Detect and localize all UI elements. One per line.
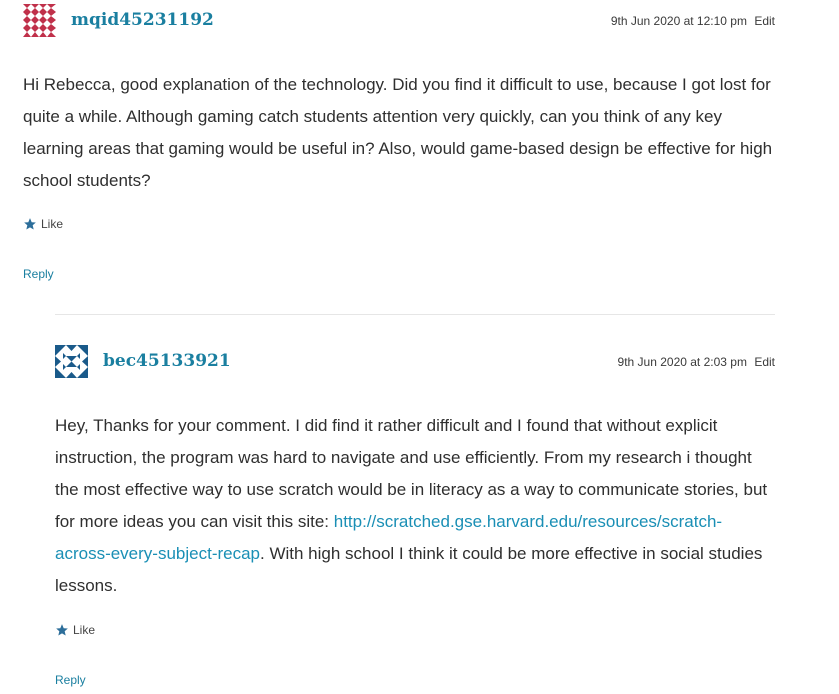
edit-link[interactable]: Edit: [754, 355, 775, 369]
avatar[interactable]: [55, 345, 88, 378]
comment-body: Hey, Thanks for your comment. I did find…: [55, 410, 775, 602]
comment-author[interactable]: mqid45231192: [71, 10, 214, 30]
reply-link[interactable]: Reply: [23, 267, 54, 281]
like-button[interactable]: Like: [23, 217, 63, 231]
like-button[interactable]: Like: [55, 623, 95, 637]
comment-body: Hi Rebecca, good explanation of the tech…: [23, 75, 773, 190]
comment-meta: 9th Jun 2020 at 12:10 pm Edit: [611, 14, 775, 28]
comment-meta: 9th Jun 2020 at 2:03 pm Edit: [618, 355, 775, 369]
comment-author[interactable]: bec45133921: [103, 351, 231, 371]
edit-link[interactable]: Edit: [754, 14, 775, 28]
comment-timestamp[interactable]: 9th Jun 2020 at 12:10 pm: [611, 14, 747, 28]
comment-1: mqid45231192 9th Jun 2020 at 12:10 pm Ed…: [23, 0, 775, 281]
comment-2: bec45133921 9th Jun 2020 at 2:03 pm Edit…: [55, 314, 775, 687]
like-label: Like: [41, 217, 64, 231]
comment-header: bec45133921 9th Jun 2020 at 2:03 pm Edit: [55, 345, 775, 389]
star-icon: [56, 624, 68, 636]
comment-header: mqid45231192 9th Jun 2020 at 12:10 pm Ed…: [23, 4, 775, 48]
like-label: Like: [73, 623, 96, 637]
star-icon: [24, 218, 36, 230]
comment-timestamp[interactable]: 9th Jun 2020 at 2:03 pm: [618, 355, 747, 369]
avatar[interactable]: [23, 4, 56, 37]
reply-link[interactable]: Reply: [55, 673, 86, 687]
